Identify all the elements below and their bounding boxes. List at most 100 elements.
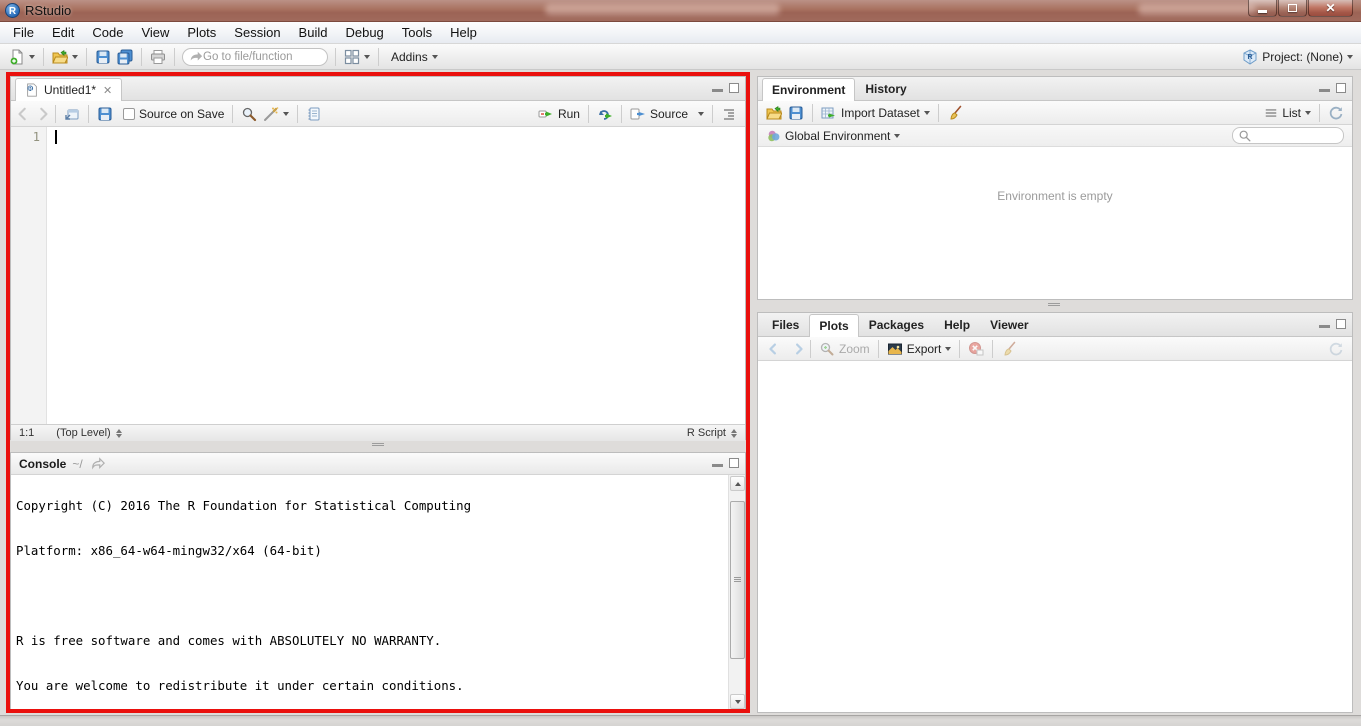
- refresh-icon: [1328, 341, 1344, 357]
- menu-help[interactable]: Help: [441, 22, 486, 43]
- tab-close-icon[interactable]: ✕: [103, 84, 112, 97]
- code-tools-caret-icon: [283, 112, 289, 116]
- source-tabstrip: R Untitled1* ✕: [11, 77, 745, 101]
- menu-view[interactable]: View: [132, 22, 178, 43]
- r-script-icon: R: [25, 83, 39, 97]
- tab-help[interactable]: Help: [934, 313, 980, 336]
- horizontal-splitter-grip[interactable]: [1048, 303, 1060, 308]
- menu-build[interactable]: Build: [290, 22, 337, 43]
- compile-report-button[interactable]: [303, 104, 325, 124]
- menu-debug[interactable]: Debug: [336, 22, 392, 43]
- source-on-save-checkbox[interactable]: [123, 108, 135, 120]
- forward-icon: [36, 107, 50, 121]
- console-output: Copyright (C) 2016 The R Foundation for …: [11, 475, 745, 710]
- source-status-bar: 1:1 (Top Level) R Script: [11, 424, 745, 441]
- addins-label: Addins: [391, 50, 428, 64]
- close-button[interactable]: ✕: [1308, 0, 1353, 17]
- goto-file-box[interactable]: [182, 48, 328, 66]
- open-file-button[interactable]: [49, 47, 81, 67]
- console-scrollbar[interactable]: [728, 475, 745, 710]
- addins-caret-icon: [432, 55, 438, 59]
- maximize-button[interactable]: [1278, 0, 1307, 17]
- menu-edit[interactable]: Edit: [43, 22, 83, 43]
- scroll-down-button[interactable]: [730, 694, 745, 709]
- clear-environment-button[interactable]: [944, 103, 966, 123]
- toolbar-separator: [141, 48, 142, 66]
- menu-plots[interactable]: Plots: [178, 22, 225, 43]
- tab-environment[interactable]: Environment: [762, 78, 855, 101]
- maximize-icon: [1288, 4, 1297, 12]
- maximize-pane-icon[interactable]: [1336, 319, 1346, 329]
- save-source-button[interactable]: [94, 104, 116, 124]
- project-menu-button[interactable]: R Project: (None): [1242, 44, 1353, 70]
- source-on-save-toggle[interactable]: Source on Save: [120, 105, 227, 123]
- toolbar-separator: [232, 105, 233, 123]
- import-dataset-button[interactable]: Import Dataset: [818, 103, 933, 123]
- back-plot-icon[interactable]: [767, 342, 781, 356]
- minimize-button[interactable]: [1248, 0, 1277, 17]
- clear-plots-button[interactable]: [998, 339, 1020, 359]
- menu-session[interactable]: Session: [225, 22, 289, 43]
- scrollbar-thumb[interactable]: [730, 501, 745, 659]
- remove-plot-button[interactable]: [965, 339, 987, 359]
- maximize-pane-icon[interactable]: [729, 458, 739, 468]
- toolbar-separator: [959, 340, 960, 358]
- scroll-down-icon: [735, 700, 741, 704]
- print-button[interactable]: [147, 47, 169, 67]
- tab-plots[interactable]: Plots: [809, 314, 858, 337]
- popout-source-button[interactable]: [61, 104, 83, 124]
- horizontal-splitter-grip[interactable]: [372, 443, 384, 448]
- document-outline-button[interactable]: [718, 104, 740, 124]
- minimize-pane-icon[interactable]: [712, 464, 723, 467]
- minimize-pane-icon[interactable]: [712, 89, 723, 92]
- panes-layout-button[interactable]: [341, 47, 373, 67]
- menu-code[interactable]: Code: [83, 22, 132, 43]
- toolbar-separator: [992, 340, 993, 358]
- save-button[interactable]: [92, 47, 114, 67]
- environment-search-box[interactable]: [1232, 127, 1344, 144]
- console-body[interactable]: Copyright (C) 2016 The R Foundation for …: [11, 475, 745, 710]
- find-replace-button[interactable]: [238, 104, 260, 124]
- menu-file[interactable]: File: [4, 22, 43, 43]
- maximize-pane-icon[interactable]: [729, 83, 739, 93]
- load-workspace-button[interactable]: [763, 103, 785, 123]
- scope-selector[interactable]: (Top Level): [56, 427, 110, 439]
- console-popout-icon[interactable]: [91, 457, 105, 471]
- tab-files[interactable]: Files: [762, 313, 809, 336]
- global-environment-selector[interactable]: Global Environment: [764, 127, 903, 145]
- forward-plot-icon[interactable]: [791, 342, 805, 356]
- file-type-selector[interactable]: R Script: [687, 427, 726, 439]
- minimize-pane-icon[interactable]: [1319, 325, 1330, 328]
- save-workspace-button[interactable]: [785, 103, 807, 123]
- files-plots-pane: Files Plots Packages Help Viewer Zoom Ex…: [757, 312, 1353, 713]
- toolbar-separator: [86, 48, 87, 66]
- maximize-pane-icon[interactable]: [1336, 83, 1346, 93]
- minimize-pane-icon[interactable]: [1319, 89, 1330, 92]
- editor-gutter: 1: [11, 127, 47, 424]
- save-all-button[interactable]: [114, 47, 136, 67]
- open-file-caret-icon: [72, 55, 78, 59]
- code-editor[interactable]: 1: [11, 127, 745, 424]
- new-file-button[interactable]: [6, 47, 38, 67]
- environment-search-input[interactable]: [1252, 130, 1340, 142]
- back-icon: [16, 107, 30, 121]
- addins-button[interactable]: Addins: [384, 48, 441, 66]
- tab-history[interactable]: History: [855, 77, 916, 100]
- goto-file-input[interactable]: [203, 51, 313, 63]
- tab-untitled1[interactable]: R Untitled1* ✕: [15, 78, 122, 101]
- tab-viewer[interactable]: Viewer: [980, 313, 1038, 336]
- zoom-plot-button[interactable]: Zoom: [816, 339, 873, 359]
- source-button[interactable]: Source: [627, 104, 707, 124]
- menu-tools[interactable]: Tools: [393, 22, 441, 43]
- run-button[interactable]: Run: [535, 104, 583, 124]
- toolbar-separator: [174, 48, 175, 66]
- console-line: [16, 588, 745, 603]
- refresh-plots-button[interactable]: [1325, 339, 1347, 359]
- refresh-environment-button[interactable]: [1325, 103, 1347, 123]
- list-view-button[interactable]: List: [1261, 104, 1314, 122]
- rerun-button[interactable]: [594, 104, 616, 124]
- scroll-up-button[interactable]: [730, 476, 745, 491]
- tab-packages[interactable]: Packages: [859, 313, 934, 336]
- code-tools-button[interactable]: [260, 104, 292, 124]
- export-plot-button[interactable]: Export: [884, 339, 955, 359]
